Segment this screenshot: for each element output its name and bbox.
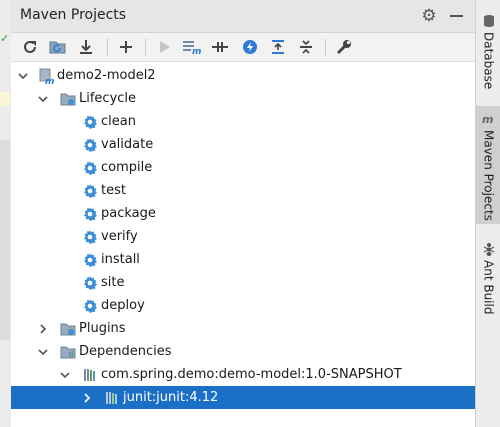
maven-project-icon: m	[37, 67, 55, 85]
plugins-folder-icon	[59, 320, 77, 338]
goal-verify[interactable]: verify	[11, 225, 475, 248]
svg-text:m: m	[482, 113, 493, 125]
database-icon	[482, 14, 496, 28]
library-icon	[103, 389, 121, 407]
goal-label: deploy	[101, 298, 145, 313]
refresh-icon[interactable]	[19, 36, 41, 58]
maven-toolbar: m	[11, 33, 475, 62]
tree-node-dependencies[interactable]: Dependencies	[11, 340, 475, 363]
toolbar-separator	[145, 39, 146, 56]
sidebar-tab-maven-projects[interactable]: m Maven Projects	[476, 106, 500, 224]
expand-collapse-icon[interactable]	[295, 36, 317, 58]
chevron-down-icon[interactable]	[37, 346, 49, 358]
settings-gear-icon[interactable]: ⚙	[419, 6, 439, 26]
highlight-band	[0, 92, 10, 106]
dependency-label: junit:junit:4.12	[123, 390, 219, 405]
chevron-down-icon[interactable]	[59, 369, 71, 381]
sidebar-tab-label: Ant Build	[481, 260, 496, 315]
gear-icon	[81, 251, 99, 269]
toggle-offline-icon[interactable]	[209, 36, 231, 58]
sidebar-tab-label: Maven Projects	[481, 130, 496, 221]
download-icon[interactable]	[75, 36, 97, 58]
gear-icon	[81, 113, 99, 131]
sidebar-tab-database[interactable]: Database	[476, 8, 500, 100]
gear-icon	[81, 205, 99, 223]
gear-icon	[81, 159, 99, 177]
tree-node-lifecycle[interactable]: Lifecycle	[11, 87, 475, 110]
goal-package[interactable]: package	[11, 202, 475, 225]
goal-test[interactable]: test	[11, 179, 475, 202]
tree-node-project[interactable]: m demo2-model2	[11, 64, 475, 87]
goal-label: test	[101, 183, 126, 198]
goal-clean[interactable]: clean	[11, 110, 475, 133]
dependency-item-selected[interactable]: junit:junit:4.12	[11, 386, 475, 409]
goal-site[interactable]: site	[11, 271, 475, 294]
execute-goal-icon[interactable]: m	[181, 36, 203, 58]
ant-icon	[482, 242, 496, 256]
dependencies-folder-icon	[59, 343, 77, 361]
add-icon[interactable]	[115, 36, 137, 58]
goal-label: package	[101, 206, 156, 221]
goal-label: validate	[101, 137, 154, 152]
toolbar-separator	[107, 39, 108, 56]
chevron-down-icon[interactable]	[37, 93, 49, 105]
right-tool-strip: Database m Maven Projects Ant Build	[475, 0, 500, 427]
gear-icon	[81, 228, 99, 246]
svg-text:m: m	[45, 77, 54, 84]
goal-label: clean	[101, 114, 136, 129]
goal-validate[interactable]: validate	[11, 133, 475, 156]
gear-icon	[81, 136, 99, 154]
dependency-label: com.spring.demo:demo-model:1.0-SNAPSHOT	[101, 367, 402, 382]
check-icon: ✓	[0, 32, 10, 45]
project-tree: m demo2-model2 Lifecycle clean validate …	[11, 62, 475, 427]
dependencies-label: Dependencies	[79, 344, 172, 359]
lightning-icon[interactable]	[239, 36, 261, 58]
generate-sources-icon[interactable]	[47, 36, 69, 58]
library-icon	[81, 366, 99, 384]
maven-icon: m	[482, 112, 496, 126]
gear-icon	[81, 182, 99, 200]
tool-window-title: Maven Projects	[20, 7, 127, 23]
plugins-label: Plugins	[79, 321, 126, 336]
gear-icon	[81, 274, 99, 292]
tree-node-plugins[interactable]: Plugins	[11, 317, 475, 340]
maven-tool-window: Maven Projects ⚙ m m demo2-model2 Lifecy…	[11, 0, 475, 427]
svg-text:m: m	[192, 47, 201, 55]
wrench-icon[interactable]	[333, 36, 355, 58]
gear-icon	[81, 297, 99, 315]
hide-window-icon[interactable]	[447, 6, 467, 26]
goal-label: compile	[101, 160, 153, 175]
toolbar-separator	[325, 39, 326, 56]
run-icon[interactable]	[153, 36, 175, 58]
chevron-down-icon[interactable]	[17, 70, 29, 82]
project-name: demo2-model2	[57, 68, 156, 83]
lifecycle-label: Lifecycle	[79, 91, 137, 106]
sidebar-tab-ant-build[interactable]: Ant Build	[476, 236, 500, 316]
goal-install[interactable]: install	[11, 248, 475, 271]
chevron-right-icon[interactable]	[81, 392, 93, 404]
tool-window-header: Maven Projects ⚙	[11, 0, 475, 33]
goal-label: install	[101, 252, 140, 267]
goal-label: site	[101, 275, 125, 290]
lifecycle-folder-icon	[59, 90, 77, 108]
goal-deploy[interactable]: deploy	[11, 294, 475, 317]
collapse-all-icon[interactable]	[267, 36, 289, 58]
goal-compile[interactable]: compile	[11, 156, 475, 179]
gutter-shade	[0, 140, 10, 340]
dependency-item[interactable]: com.spring.demo:demo-model:1.0-SNAPSHOT	[11, 363, 475, 386]
goal-label: verify	[101, 229, 138, 244]
chevron-right-icon[interactable]	[37, 323, 49, 335]
sidebar-tab-label: Database	[481, 32, 496, 90]
